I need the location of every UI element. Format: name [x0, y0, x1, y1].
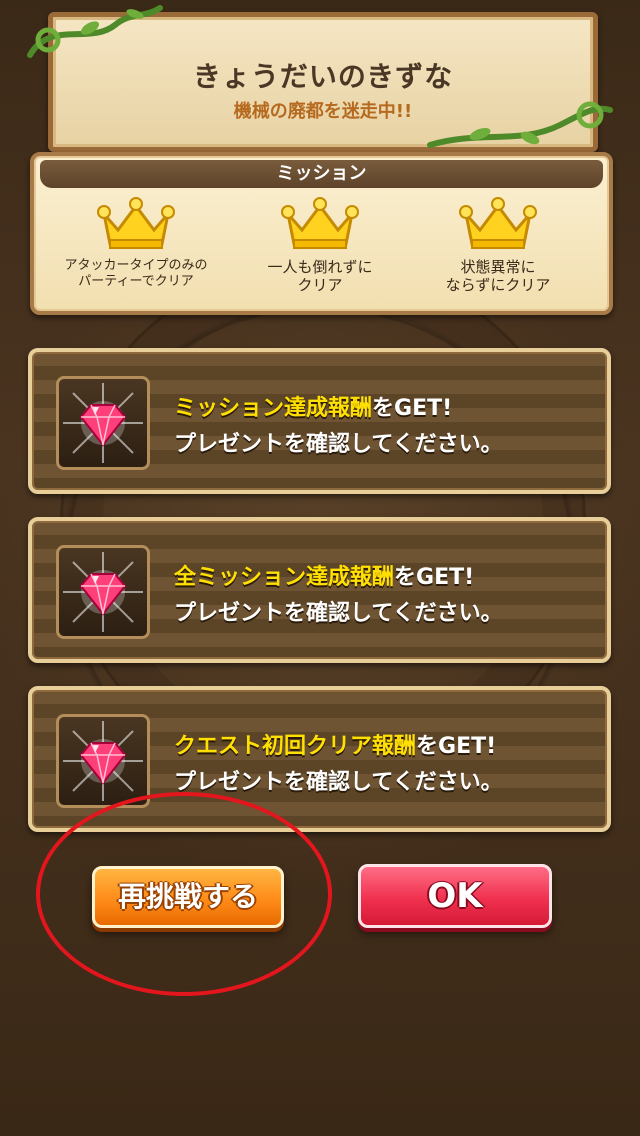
mission-panel: ミッション アタッカータイプのみの パーティーでクリア 一人も倒れずに クリア [30, 152, 613, 315]
mission-label: 一人も倒れずに クリア [267, 258, 373, 294]
vine-decoration-right [427, 101, 613, 148]
reward-icon-box [56, 714, 150, 808]
mission-item: 状態異常に ならずにクリア [408, 196, 588, 294]
crown-icon [97, 197, 175, 249]
mission-label: アタッカータイプのみの パーティーでクリア [64, 258, 208, 289]
gem-icon [63, 383, 143, 463]
crown-icon [281, 197, 359, 249]
reward-suffix: をGET! [372, 396, 453, 421]
mission-item: 一人も倒れずに クリア [230, 196, 410, 294]
annotation-circle [36, 792, 332, 996]
ok-button[interactable]: OK [358, 864, 552, 928]
vine-decoration-left [27, 5, 163, 58]
gem-icon [63, 721, 143, 801]
reward-suffix: をGET! [416, 734, 497, 759]
mission-header: ミッション [40, 160, 603, 188]
reward-suffix: をGET! [394, 565, 475, 590]
reward-title: ミッション達成報酬をGET! [174, 390, 452, 422]
reward-highlight: クエスト初回クリア報酬 [174, 734, 417, 759]
reward-icon-box [56, 376, 150, 470]
reward-message: プレゼントを確認してください。 [174, 432, 503, 457]
gem-icon [63, 552, 143, 632]
reward-title: クエスト初回クリア報酬をGET! [174, 728, 496, 760]
reward-highlight: 全ミッション達成報酬 [174, 565, 395, 590]
mission-item: アタッカータイプのみの パーティーでクリア [46, 196, 226, 290]
reward-highlight: ミッション達成報酬 [174, 396, 373, 421]
reward-message: プレゼントを確認してください。 [174, 601, 503, 626]
mission-label: 状態異常に ならずにクリア [445, 258, 551, 294]
reward-icon-box [56, 545, 150, 639]
reward-panel: ミッション達成報酬をGET! プレゼントを確認してください。 [28, 348, 611, 494]
reward-message: プレゼントを確認してください。 [174, 770, 503, 795]
crown-icon [459, 197, 537, 249]
reward-panel: 全ミッション達成報酬をGET! プレゼントを確認してください。 [28, 517, 611, 663]
reward-title: 全ミッション達成報酬をGET! [174, 559, 474, 591]
